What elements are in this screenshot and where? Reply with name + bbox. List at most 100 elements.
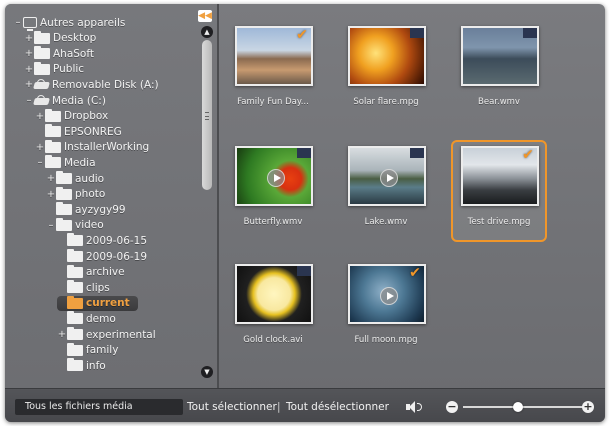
expand-icon[interactable]: +	[46, 173, 56, 184]
tree-item[interactable]: + Removable Disk (A:)	[24, 77, 159, 92]
corner-tab[interactable]	[410, 28, 424, 38]
collapse-icon[interactable]: –	[35, 157, 45, 168]
tree-item[interactable]: + Public	[24, 61, 85, 77]
tree-item[interactable]: + Desktop	[24, 30, 97, 46]
tree-item[interactable]: – Media (C:)	[24, 93, 106, 108]
thumbnail-label: Bear.wmv	[478, 97, 520, 107]
tree-item[interactable]: 2009-06-15	[57, 233, 147, 248]
tree-item[interactable]: – Media	[35, 155, 96, 170]
folder-icon	[45, 155, 61, 169]
deselect-all-link[interactable]: Tout désélectionner	[286, 399, 389, 415]
folder-icon	[34, 61, 50, 75]
thumbnail-image: ✔	[348, 264, 426, 324]
scroll-thumb[interactable]	[202, 40, 212, 190]
tree-item-label: video	[75, 219, 104, 232]
tree-item[interactable]: demo	[57, 311, 116, 326]
tree-item-label: 2009-06-19	[86, 250, 148, 263]
disk-icon	[34, 79, 49, 90]
tree-item-label: ayzygy99	[75, 203, 126, 216]
expand-icon[interactable]: +	[24, 79, 34, 90]
expand-icon[interactable]: +	[35, 142, 45, 153]
media-thumbnail[interactable]: Gold clock.avi	[225, 258, 321, 360]
tree-item[interactable]: EPSONREG	[35, 124, 122, 139]
select-all-link[interactable]: Tout sélectionner	[187, 399, 277, 415]
computer-icon	[23, 17, 37, 31]
tree-item-label: AhaSoft	[53, 47, 94, 60]
expand-icon[interactable]: +	[35, 111, 45, 122]
media-thumbnail[interactable]: Butterfly.wmv	[225, 140, 321, 242]
corner-tab[interactable]	[410, 148, 424, 158]
check-icon[interactable]: ✔	[294, 28, 310, 42]
collapse-panel-button[interactable]: ◀◀	[198, 10, 212, 22]
tree-item[interactable]: ayzygy99	[46, 202, 126, 217]
check-icon[interactable]: ✔	[407, 266, 423, 280]
tree-item[interactable]: 2009-06-19	[57, 249, 147, 264]
check-icon[interactable]: ✔	[520, 148, 536, 162]
media-thumbnail[interactable]: Bear.wmv	[451, 20, 547, 122]
tree-item-label: experimental	[86, 328, 156, 341]
corner-tab[interactable]	[297, 148, 311, 158]
zoom-out-button[interactable]: −	[446, 401, 458, 413]
collapse-icon[interactable]: –	[46, 220, 56, 231]
scroll-down-button[interactable]: ▼	[201, 366, 213, 378]
tree-item-label: 2009-06-15	[86, 234, 148, 247]
tree-item-label: Desktop	[53, 32, 97, 45]
play-icon[interactable]	[380, 287, 398, 305]
tree-item-label: photo	[75, 188, 106, 201]
thumbnail-label: Lake.wmv	[364, 217, 408, 227]
media-thumbnail[interactable]: ✔ Family Fun Day...	[225, 20, 321, 122]
expand-icon[interactable]: +	[24, 33, 34, 44]
folder-icon	[67, 327, 83, 340]
folder-icon	[45, 139, 61, 153]
collapse-icon[interactable]: –	[13, 17, 23, 28]
tree-item[interactable]: archive	[57, 264, 125, 280]
tree-item-label: Public	[53, 63, 85, 76]
folder-icon	[67, 358, 83, 372]
tree-item[interactable]: info	[57, 358, 106, 373]
folder-icon	[56, 186, 72, 200]
tree-item[interactable]: clips	[57, 280, 110, 295]
expand-icon[interactable]: +	[46, 189, 56, 200]
media-thumbnail[interactable]: ✔ Test drive.mpg	[451, 140, 547, 242]
tree-item-label: archive	[86, 266, 125, 279]
play-icon[interactable]	[267, 169, 285, 187]
media-thumbnail[interactable]: Solar flare.mpg	[338, 20, 434, 122]
folder-icon	[67, 249, 83, 262]
tree-item[interactable]: + AhaSoft	[24, 46, 94, 61]
tree-item[interactable]: + InstallerWorking	[35, 139, 149, 155]
tree-item[interactable]: – video	[46, 217, 104, 233]
expand-icon[interactable]: +	[24, 64, 34, 75]
scroll-up-button[interactable]: ▲	[201, 26, 213, 38]
folder-icon	[56, 217, 72, 231]
media-grid: ✔ Family Fun Day... Solar flare.mpg Bear.wm…	[219, 4, 605, 388]
tree-item[interactable]: current	[57, 295, 138, 311]
speaker-icon[interactable]	[406, 400, 422, 414]
corner-tab[interactable]	[523, 28, 537, 38]
zoom-slider-handle[interactable]	[512, 402, 523, 412]
media-thumbnail[interactable]: ✔ Full moon.mpg	[338, 258, 434, 360]
thumbnail-image: ✔	[461, 146, 539, 206]
tree-item-label: Autres appareils	[40, 16, 126, 29]
folder-icon	[45, 108, 61, 122]
tree-item-label: family	[86, 344, 119, 357]
file-type-filter[interactable]: Tous les fichiers média	[15, 399, 183, 415]
zoom-in-button[interactable]: +	[582, 401, 594, 413]
tree-item[interactable]: family	[57, 342, 119, 358]
media-browser: – Autres appareils + Desktop + AhaSoft + Public…	[5, 4, 605, 422]
tree-item[interactable]: – Autres appareils	[13, 15, 126, 31]
play-icon[interactable]	[380, 169, 398, 187]
tree-item[interactable]: + photo	[46, 186, 106, 202]
media-thumbnail[interactable]: Lake.wmv	[338, 140, 434, 242]
thumbnail-image: ✔	[235, 26, 313, 86]
tree-item[interactable]: + experimental	[57, 327, 156, 342]
tree-item[interactable]: + audio	[46, 171, 104, 186]
corner-tab[interactable]	[297, 266, 311, 276]
expand-icon[interactable]: +	[24, 48, 34, 59]
tree-item[interactable]: + Dropbox	[35, 108, 108, 124]
expand-icon[interactable]: +	[57, 329, 67, 340]
zoom-slider[interactable]	[463, 406, 585, 408]
tree-scrollbar[interactable]: ▲ ▼	[201, 26, 213, 378]
folder-icon	[56, 171, 72, 184]
folder-icon	[67, 280, 83, 294]
thumbnail-label: Butterfly.wmv	[243, 217, 303, 227]
